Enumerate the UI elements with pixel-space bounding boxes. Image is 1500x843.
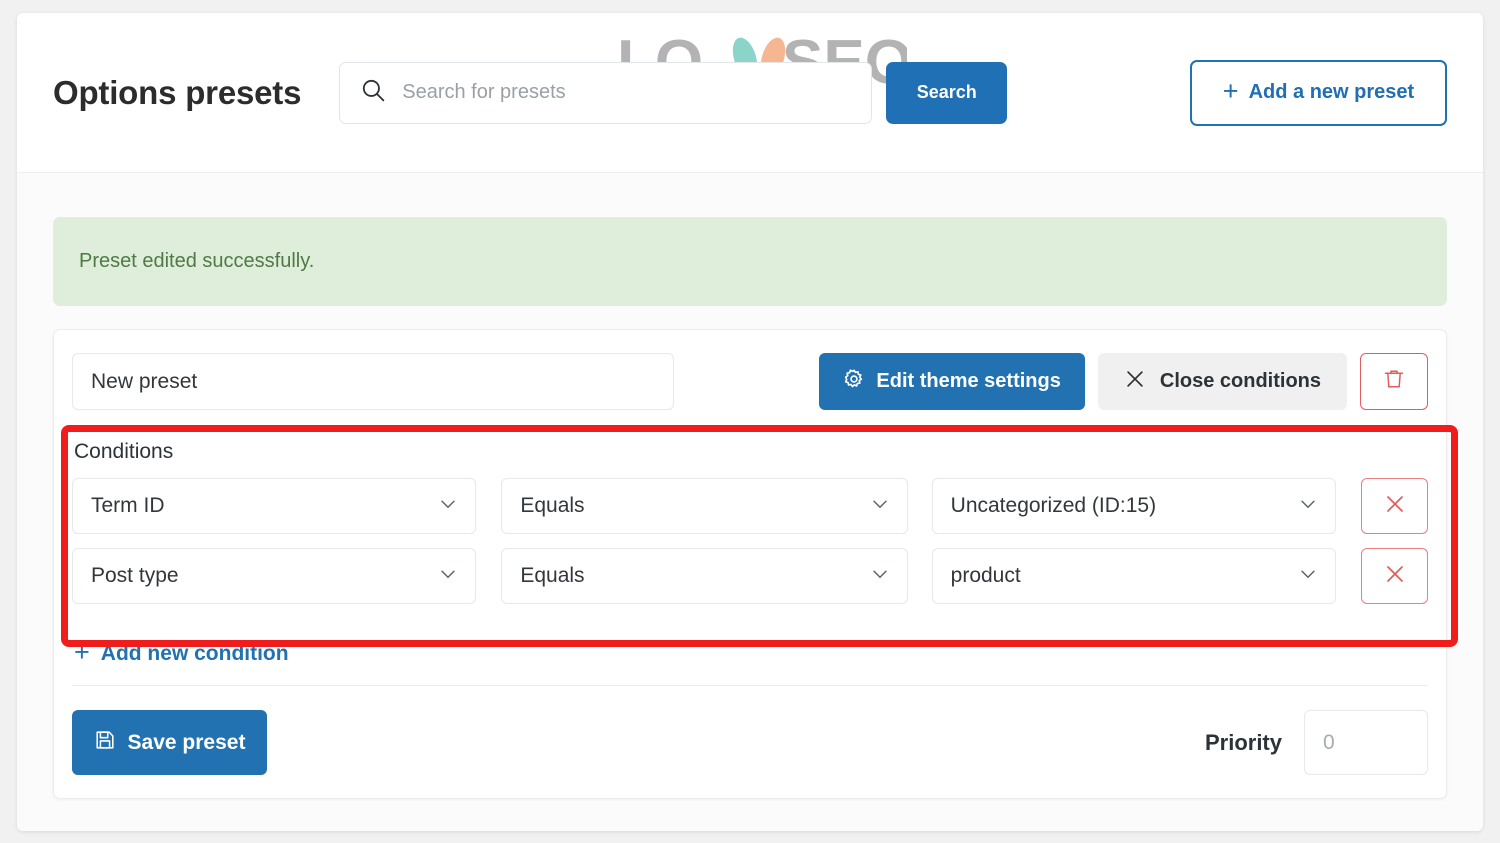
- plus-icon: +: [1222, 76, 1239, 106]
- chevron-down-icon: [1297, 493, 1319, 520]
- condition-operator-select-0[interactable]: Equals: [501, 478, 908, 534]
- conditions-section: Conditions Term ID Equals Uncategorized …: [61, 425, 1458, 647]
- page-header: Options presets Search + Add a new prese…: [17, 13, 1483, 173]
- close-x-icon: [1383, 562, 1407, 591]
- page-title: Options presets: [53, 73, 302, 111]
- edit-theme-settings-button[interactable]: Edit theme settings: [819, 353, 1085, 410]
- priority-input[interactable]: [1304, 710, 1428, 775]
- close-x-icon: [1383, 492, 1407, 521]
- condition-type-select-1[interactable]: Post type: [72, 548, 477, 604]
- delete-preset-button[interactable]: [1360, 353, 1428, 410]
- preset-header-row: Edit theme settings Close conditions: [72, 353, 1428, 410]
- condition-type-value-1: Post type: [91, 564, 179, 587]
- add-new-condition-label: Add new condition: [100, 641, 289, 665]
- panel-divider: [72, 685, 1428, 686]
- condition-row: Term ID Equals Uncategorized (ID:15): [72, 478, 1428, 534]
- search-box[interactable]: [339, 61, 873, 124]
- condition-value-select-0[interactable]: Uncategorized (ID:15): [931, 478, 1336, 534]
- success-alert-message: Preset edited successfully.: [79, 250, 315, 272]
- condition-operator-value-1: Equals: [520, 564, 585, 587]
- condition-type-select-0[interactable]: Term ID: [72, 478, 477, 534]
- condition-value-value-1: product: [950, 564, 1021, 587]
- page-content: Preset edited successfully. Edit theme s…: [17, 173, 1483, 831]
- edit-theme-settings-label: Edit theme settings: [876, 370, 1061, 392]
- save-preset-label: Save preset: [127, 730, 246, 754]
- condition-row: Post type Equals product: [72, 548, 1428, 604]
- condition-value-value-0: Uncategorized (ID:15): [950, 494, 1157, 517]
- preset-card: Edit theme settings Close conditions: [53, 329, 1458, 799]
- remove-condition-button-0[interactable]: [1361, 478, 1428, 534]
- priority-label: Priority: [1204, 729, 1282, 755]
- gear-icon: [843, 368, 865, 396]
- close-conditions-label: Close conditions: [1159, 370, 1321, 392]
- chevron-down-icon: [437, 563, 459, 590]
- add-new-preset-label: Add a new preset: [1248, 81, 1415, 103]
- condition-operator-value-0: Equals: [520, 494, 585, 517]
- search-area: [339, 61, 873, 124]
- chevron-down-icon: [1297, 563, 1319, 590]
- search-icon: [360, 77, 386, 108]
- chevron-down-icon: [869, 563, 891, 590]
- preset-footer-row: Save preset Priority: [72, 710, 1428, 775]
- priority-group: Priority: [1205, 710, 1428, 775]
- remove-condition-button-1[interactable]: [1361, 548, 1428, 604]
- chevron-down-icon: [437, 493, 459, 520]
- plus-icon: +: [74, 637, 90, 667]
- condition-type-value-0: Term ID: [91, 494, 165, 517]
- success-alert: Preset edited successfully.: [53, 217, 1447, 306]
- admin-page-container: LO SEO Options presets Search +: [17, 13, 1483, 831]
- search-input[interactable]: [402, 62, 872, 123]
- search-button[interactable]: Search: [886, 61, 1008, 124]
- condition-value-select-1[interactable]: product: [931, 548, 1336, 604]
- condition-operator-select-1[interactable]: Equals: [501, 548, 908, 604]
- trash-icon: [1382, 367, 1406, 396]
- floppy-disk-icon: [94, 729, 116, 757]
- close-x-icon: [1124, 368, 1146, 396]
- close-conditions-button[interactable]: Close conditions: [1097, 353, 1347, 410]
- save-preset-button[interactable]: Save preset: [72, 710, 267, 775]
- preset-name-input[interactable]: [72, 353, 674, 410]
- chevron-down-icon: [869, 493, 891, 520]
- add-new-condition-link[interactable]: + Add new condition: [74, 637, 289, 667]
- add-new-preset-button[interactable]: + Add a new preset: [1190, 59, 1447, 126]
- conditions-label: Conditions: [74, 440, 174, 463]
